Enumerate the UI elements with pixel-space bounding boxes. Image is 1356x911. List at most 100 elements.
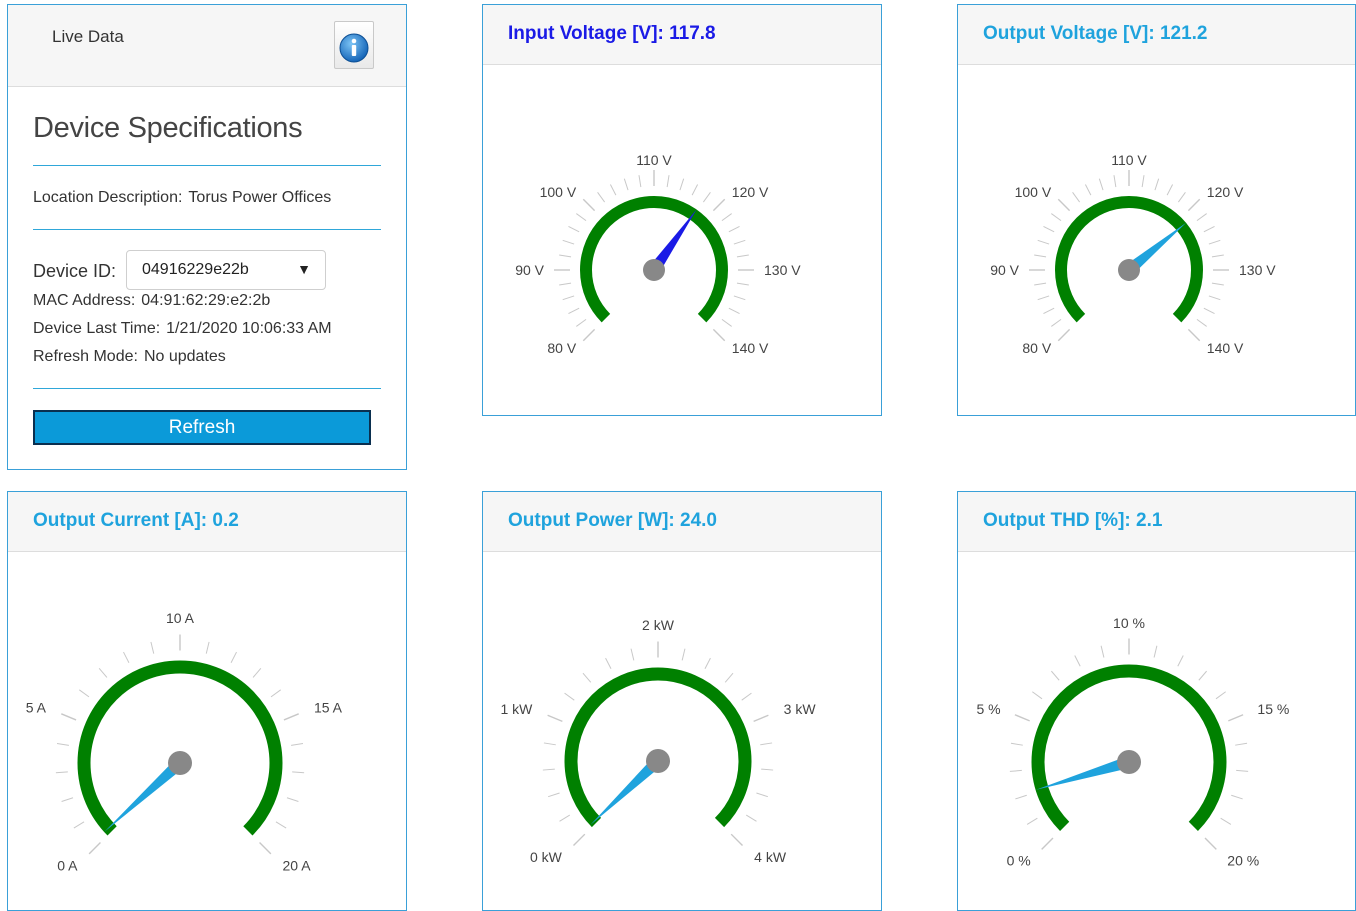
device-id-value: 04916229e22b [142, 261, 249, 278]
output-voltage-title: Output Voltage [V]: 121.2 [958, 5, 1355, 65]
gauge-scale-label: 120 V [732, 184, 769, 200]
gauge-scale-label: 15 A [314, 700, 343, 716]
output-thd-gauge: 0 % 5 % 10 % 15 % 20 % [976, 615, 1289, 868]
input-voltage-panel: Input Voltage [V]: 117.8 80 V 90 V 100 V 11… [482, 4, 882, 416]
output-current-panel: Output Current [A]: 0.2 0 A 5 A 10 A 15 A 20… [7, 491, 407, 911]
minor-tick [123, 651, 130, 663]
minor-tick [679, 178, 685, 191]
gauge-scale-label: 90 V [990, 262, 1019, 278]
minor-tick [733, 295, 746, 301]
minor-tick [1166, 184, 1174, 196]
minor-tick [1074, 655, 1081, 667]
refresh-mode-value: No updates [143, 348, 226, 365]
minor-tick [562, 295, 575, 301]
minor-tick [543, 742, 556, 746]
minor-tick [728, 307, 740, 315]
device-last-time-row: Device Last Time: 1/21/2020 10:06:33 AM [33, 320, 332, 338]
location-description-value: Torus Power Offices [188, 189, 332, 206]
output-power-gauge: 0 kW 1 kW 2 kW 3 kW 4 kW [500, 617, 816, 865]
minor-tick [1177, 192, 1186, 203]
gauge-scale-label: 2 kW [642, 617, 675, 633]
output-voltage-gauge: 80 V 90 V 100 V 110 V 120 V 130 V 140 V [990, 152, 1276, 356]
major-tick [1057, 198, 1071, 212]
gauge-scale-label: 90 V [515, 262, 544, 278]
minor-tick [1043, 225, 1055, 233]
major-tick [582, 328, 596, 342]
minor-tick [1220, 817, 1232, 825]
location-description-label: Location Description: [33, 189, 183, 206]
minor-tick [562, 239, 575, 245]
minor-tick [728, 225, 740, 233]
minor-tick [1141, 175, 1145, 188]
gauge-needle [1036, 756, 1131, 790]
output-voltage-panel: Output Voltage [V]: 121.2 80 V 90 V 100 V 1… [957, 4, 1356, 416]
divider [33, 388, 381, 389]
info-button[interactable] [334, 21, 374, 69]
minor-tick [741, 692, 752, 701]
minor-tick [1051, 670, 1060, 681]
gauge-hub [168, 751, 192, 775]
device-id-label: Device ID: [33, 261, 117, 281]
output-current-title: Output Current [A]: 0.2 [8, 492, 406, 552]
device-specifications-heading: Device Specifications [33, 112, 303, 144]
minor-tick [1236, 769, 1249, 772]
major-tick [1057, 328, 1071, 342]
minor-tick [547, 792, 560, 798]
major-tick [88, 842, 101, 855]
minor-tick [630, 648, 635, 661]
minor-tick [666, 175, 670, 188]
device-last-time-label: Device Last Time: [33, 320, 161, 337]
minor-tick [568, 307, 580, 315]
gauge-scale-label: 130 V [764, 262, 801, 278]
gauge-scale-label: 0 kW [530, 849, 563, 865]
minor-tick [605, 657, 612, 670]
minor-tick [597, 192, 606, 203]
minor-tick [623, 178, 629, 191]
minor-tick [1208, 239, 1221, 245]
gauge-scale-label: 110 V [1111, 152, 1147, 168]
live-data-panel: Live Data Device Specifications Location… [7, 4, 407, 470]
major-tick [712, 198, 726, 212]
gauge-scale-label: 1 kW [500, 701, 533, 717]
minor-tick [760, 742, 773, 746]
minor-tick [230, 651, 237, 663]
gauge-scale-label: 0 A [57, 858, 78, 874]
major-tick [573, 833, 586, 846]
major-tick [712, 328, 726, 342]
major-tick [283, 713, 299, 721]
minor-tick [721, 213, 732, 222]
minor-tick [270, 689, 282, 698]
major-tick [730, 833, 743, 846]
gauge-arc [1031, 664, 1227, 831]
mac-address-label: MAC Address: [33, 292, 136, 309]
gauge-scale-label: 5 A [26, 700, 47, 716]
minor-tick [736, 254, 749, 258]
minor-tick [564, 692, 575, 701]
gauge-scale-label: 80 V [547, 340, 576, 356]
minor-tick [56, 743, 69, 746]
minor-tick [1072, 192, 1081, 203]
minor-tick [1015, 794, 1027, 800]
minor-tick [724, 672, 734, 683]
minor-tick [704, 657, 711, 670]
gauge-scale-label: 20 % [1227, 852, 1259, 868]
major-tick [582, 198, 596, 212]
minor-tick [1032, 691, 1043, 700]
minor-tick [1037, 239, 1050, 245]
minor-tick [576, 213, 587, 222]
minor-tick [761, 768, 774, 771]
gauge-scale-label: 130 V [1239, 262, 1276, 278]
refresh-mode-label: Refresh Mode: [33, 348, 138, 365]
gauge-scale-label: 20 A [283, 858, 312, 874]
minor-tick [1084, 184, 1092, 196]
mac-address-row: MAC Address: 04:91:62:29:e2:2b [33, 292, 270, 310]
output-power-title: Output Power [W]: 24.0 [483, 492, 881, 552]
input-voltage-gauge: 80 V 90 V 100 V 110 V 120 V 130 V 140 V [515, 152, 801, 356]
minor-tick [73, 821, 85, 829]
refresh-button[interactable]: Refresh [33, 410, 371, 445]
minor-tick [61, 797, 74, 802]
gauge-scale-label: 80 V [1022, 340, 1051, 356]
device-id-select[interactable]: 04916229e22b ▼ [126, 250, 326, 290]
info-icon [339, 33, 369, 63]
major-tick [1204, 837, 1217, 850]
